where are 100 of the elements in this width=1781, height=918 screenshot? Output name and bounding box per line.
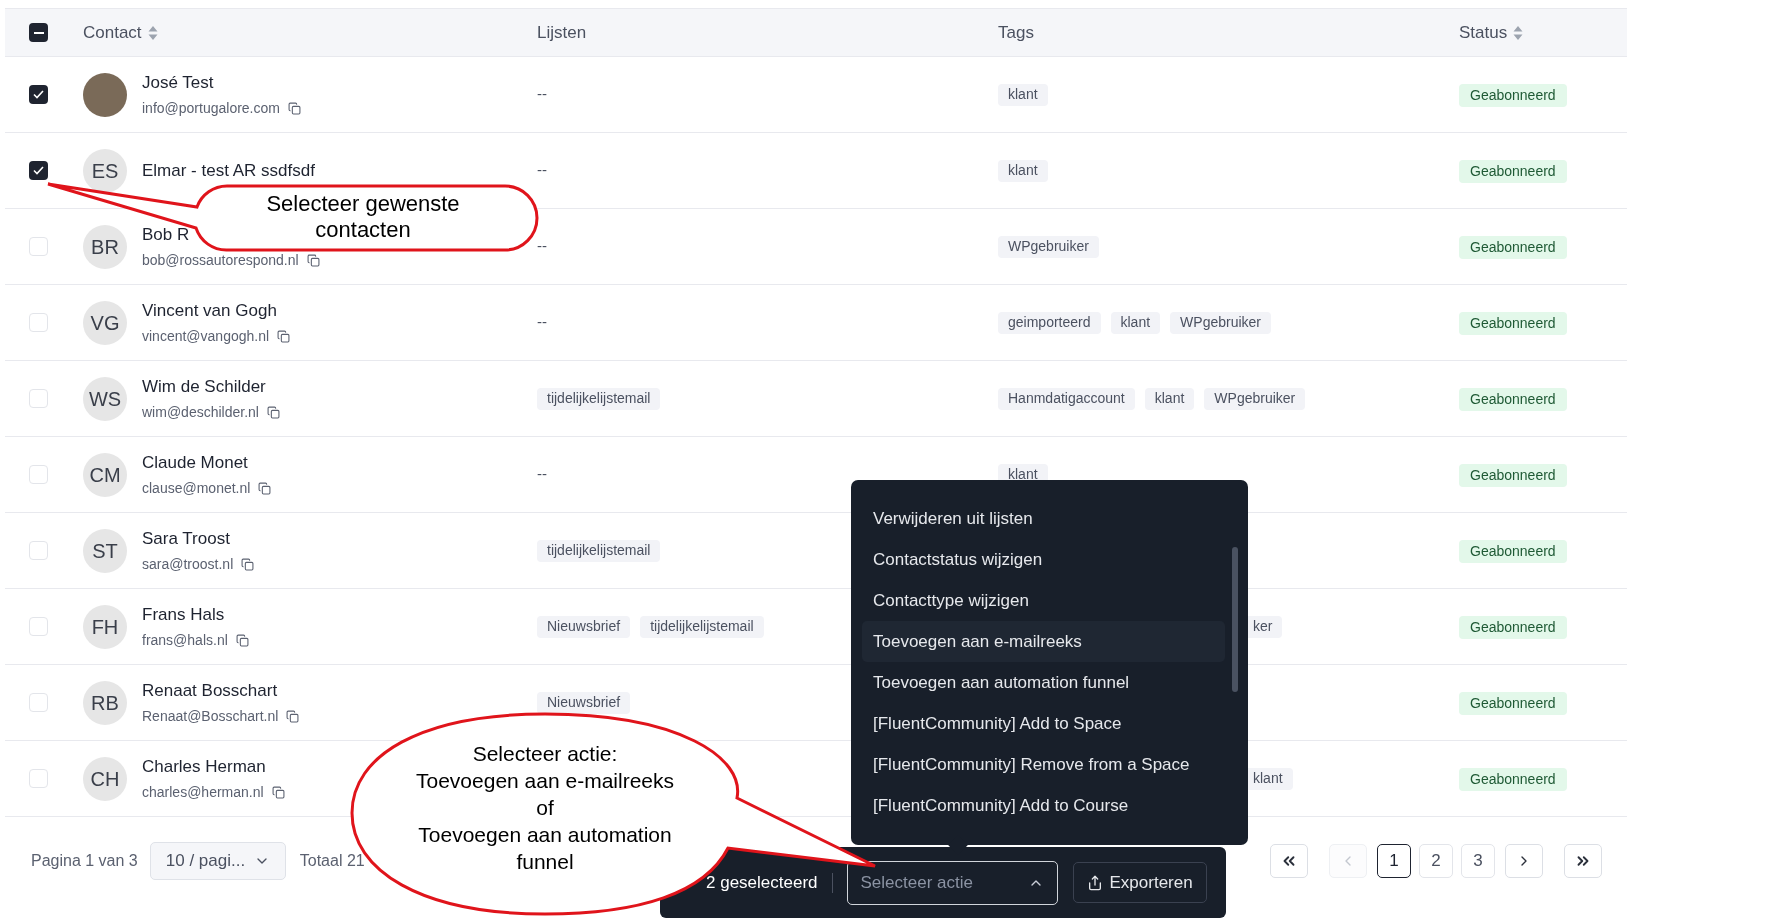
callout-text: Selecteer gewenste <box>266 191 460 217</box>
empty-lists-text: -- <box>537 464 547 485</box>
avatar-initials: ST <box>83 528 127 573</box>
contact-name[interactable]: Wim de Schilder <box>142 374 266 400</box>
status-badge: Geabonneerd <box>1459 767 1567 791</box>
page-button[interactable]: 2 <box>1419 844 1453 878</box>
scrollbar-thumb[interactable] <box>1232 547 1238 692</box>
contact-email: clause@monet.nl <box>142 478 251 498</box>
contact-tag: geimporteerd <box>998 311 1101 334</box>
row-checkbox[interactable] <box>29 465 48 484</box>
empty-lists-text: -- <box>537 84 547 105</box>
column-header: Tags <box>998 21 1034 44</box>
row-checkbox[interactable] <box>29 313 48 332</box>
status-badge: Geabonneerd <box>1459 311 1567 335</box>
avatar-photo-placeholder <box>83 72 127 117</box>
page-button[interactable]: 3 <box>1461 844 1495 878</box>
export-icon <box>1086 874 1103 891</box>
contact-email: Renaat@Bosschart.nl <box>142 706 279 726</box>
row-checkbox[interactable] <box>29 161 48 180</box>
contact-email: charles@herman.nl <box>142 782 264 802</box>
callout-text: Selecteer actie: <box>472 741 618 767</box>
avatar-initials: WS <box>83 376 127 421</box>
menu-item[interactable]: [FluentCommunity] Add to Space <box>862 703 1225 744</box>
menu-item[interactable]: [FluentCommunity] Remove from a Space <box>862 744 1225 785</box>
copy-icon[interactable] <box>286 709 300 723</box>
contact-email: wim@deschilder.nl <box>142 402 259 422</box>
callout-text: funnel <box>516 849 574 875</box>
copy-icon[interactable] <box>235 633 249 647</box>
callout-text: Toevoegen aan automation <box>418 822 672 848</box>
status-badge: Geabonneerd <box>1459 387 1567 411</box>
list-tag: tijdelijkelijstemail <box>537 539 661 562</box>
menu-item[interactable]: Contactstatus wijzigen <box>862 539 1225 580</box>
contact-name[interactable]: Bob R <box>142 222 190 248</box>
contact-name[interactable]: Frans Hals <box>142 602 225 628</box>
selected-count: 2 geselecteerd <box>706 871 818 894</box>
page-size-select[interactable]: 10 / pagi... <box>149 842 286 880</box>
copy-icon[interactable] <box>271 785 285 799</box>
check-icon <box>33 166 44 175</box>
total-count: Totaal 21 <box>299 851 365 871</box>
row-checkbox[interactable] <box>29 237 48 256</box>
pagination-button[interactable] <box>1270 844 1308 878</box>
contact-name[interactable]: Renaat Bosschart <box>142 678 278 704</box>
contact-name[interactable]: Vincent van Gogh <box>142 298 277 324</box>
avatar-initials: BR <box>83 224 127 269</box>
contact-name[interactable]: Elmar - test AR ssdfsdf <box>142 157 315 184</box>
status-badge: Geabonneerd <box>1459 539 1567 563</box>
page-info: Pagina 1 van 3 <box>31 851 138 871</box>
status-badge: Geabonneerd <box>1459 691 1567 715</box>
contact-tag: WPgebruiker <box>1204 387 1306 410</box>
select-all-checkbox[interactable] <box>29 23 48 42</box>
menu-item[interactable]: [FluentCommunity] Add to Course <box>862 785 1225 826</box>
contact-name[interactable]: Sara Troost <box>142 526 230 552</box>
copy-icon[interactable] <box>277 329 291 343</box>
callout-text: of <box>536 795 554 821</box>
list-tag: Nieuwsbrief <box>537 691 631 714</box>
copy-icon[interactable] <box>266 405 280 419</box>
status-badge: Geabonneerd <box>1459 159 1567 183</box>
contact-tag: Hanmdatigaccount <box>998 387 1135 410</box>
row-checkbox[interactable] <box>29 389 48 408</box>
contact-email: sara@troost.nl <box>142 554 234 574</box>
empty-lists-text: -- <box>537 160 547 181</box>
callout-text: contacten <box>315 217 411 243</box>
export-button[interactable]: Exporteren <box>1072 862 1207 903</box>
column-header[interactable]: Status <box>1459 19 1508 46</box>
menu-item[interactable]: Toevoegen aan e-mailreeks <box>862 621 1225 662</box>
row-checkbox[interactable] <box>29 541 48 560</box>
menu-item[interactable]: Contacttype wijzigen <box>862 580 1225 621</box>
copy-icon[interactable] <box>241 557 255 571</box>
contact-tag: WPgebruiker <box>998 235 1099 258</box>
avatar-initials: CH <box>83 756 127 801</box>
menu-item[interactable]: Toevoegen aan automation funnel <box>862 662 1225 703</box>
pagination-button[interactable] <box>1564 844 1602 878</box>
page-button[interactable]: 1 <box>1377 844 1411 878</box>
avatar-initials: RB <box>83 680 127 725</box>
row-checkbox[interactable] <box>29 769 48 788</box>
row-checkbox[interactable] <box>29 617 48 636</box>
column-header: Lijsten <box>537 21 587 44</box>
contact-tag: WPgebruiker <box>1170 311 1271 334</box>
list-tag: tijdelijkelijstemail <box>640 615 764 638</box>
menu-item[interactable]: Verwijderen uit lijsten <box>862 498 1225 539</box>
status-badge: Geabonneerd <box>1459 83 1567 107</box>
contact-email: bob@rossautorespond.nl <box>142 250 299 270</box>
copy-icon[interactable] <box>306 253 320 267</box>
contact-tag: klant <box>998 159 1048 182</box>
status-badge: Geabonneerd <box>1459 463 1567 487</box>
list-tag: Nieuwsbrief <box>537 615 631 638</box>
status-badge: Geabonneerd <box>1459 235 1567 259</box>
list-tag: tijdelijkelijstemail <box>537 387 661 410</box>
copy-icon[interactable] <box>287 101 301 115</box>
empty-lists-text: -- <box>537 236 547 257</box>
contact-email: info@portugalore.com <box>142 98 280 118</box>
column-header[interactable]: Contact <box>83 19 142 46</box>
row-checkbox[interactable] <box>29 693 48 712</box>
contact-tag: klant <box>1144 387 1195 410</box>
copy-icon[interactable] <box>258 481 272 495</box>
contact-name[interactable]: Claude Monet <box>142 450 248 476</box>
avatar-initials: VG <box>83 300 127 345</box>
row-checkbox[interactable] <box>29 85 48 104</box>
contact-name[interactable]: José Test <box>142 70 214 96</box>
contact-name[interactable]: Charles Herman <box>142 754 266 780</box>
